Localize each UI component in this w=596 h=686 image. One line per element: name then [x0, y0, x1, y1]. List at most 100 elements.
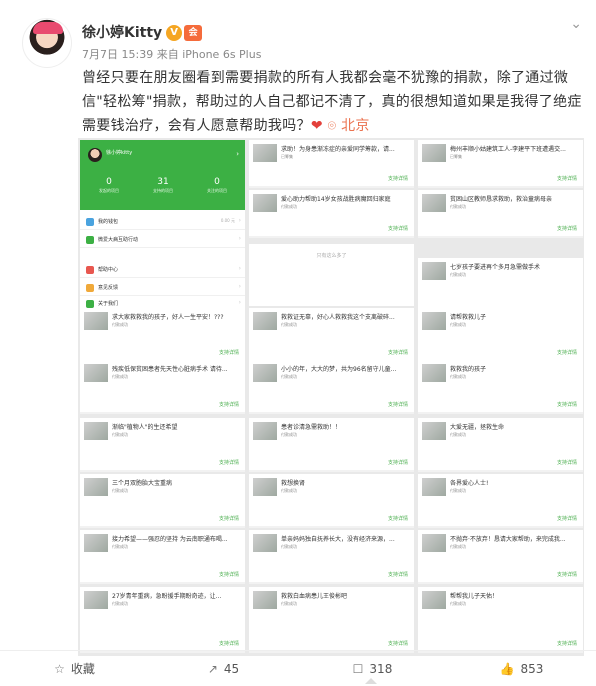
stat-followed: 0 关注的项目: [190, 176, 244, 194]
repost-count: 45: [223, 662, 240, 676]
fundraiser-card: 渐临"植物人"的生还希望 付款成功 支持详情: [80, 418, 245, 472]
card-status: 付款成功: [281, 488, 297, 493]
fundraiser-card: 大爱无疆，拯救生命 付款成功 支持详情: [418, 418, 583, 472]
card-title: 梅州丰顺小姑建筑工人-李建平下班遭遇交...: [450, 146, 566, 153]
card-title: 求大家救救我的孩子，好人一生平安！???: [112, 314, 224, 321]
card-thumbnail: [84, 478, 108, 496]
favorite-button[interactable]: ☆ 收藏: [0, 651, 149, 686]
stat-value: 0: [106, 177, 112, 187]
card-title: 三个月双胞胎大宝重病: [112, 480, 173, 487]
app-avatar: [88, 148, 102, 162]
card-divider: [418, 526, 583, 528]
chevron-down-icon[interactable]: ⌄: [570, 16, 582, 32]
location-link[interactable]: ⌾ 北京: [328, 118, 370, 134]
fundraiser-card: 贫困山区教师恳求救助，救治童病母亲 付款成功 支持详情: [418, 190, 583, 238]
card-thumbnail: [84, 591, 108, 609]
card-divider: [249, 412, 414, 414]
card-title: 爱心助力帮助14岁女孩战胜病魔回归家庭: [281, 196, 391, 203]
card-detail-link: 支持详情: [218, 460, 239, 466]
fundraiser-card: 爱心助力帮助14岁女孩战胜病魔回归家庭 付款成功 支持详情: [249, 190, 414, 238]
card-thumbnail: [253, 422, 277, 440]
menu-label: 微爱大病互助行动: [98, 237, 139, 243]
post-action-bar: ☆ 收藏 ↗ 45 ☐ 318 👍 853: [0, 650, 596, 686]
card-status: 付款成功: [112, 322, 128, 327]
card-title: 帮帮我儿子天佑！: [450, 593, 499, 600]
author-name-row: 徐小婷Kitty V 会: [82, 22, 203, 42]
card-status: 付款成功: [112, 432, 128, 437]
card-title: 患者诊清急需救助！！: [281, 424, 342, 431]
fundraiser-card: 帮帮我儿子天佑！ 付款成功 支持详情: [418, 587, 583, 653]
card-thumbnail: [422, 534, 446, 552]
card-status: 付款成功: [281, 601, 297, 606]
card-detail-link: 支持详情: [387, 350, 408, 356]
card-thumbnail: [253, 478, 277, 496]
card-thumbnail: [253, 194, 277, 212]
like-button[interactable]: 👍 853: [447, 651, 596, 686]
repost-button[interactable]: ↗ 45: [149, 651, 298, 686]
repost-icon: ↗: [207, 662, 218, 676]
card-detail-link: 支持详情: [218, 641, 239, 647]
post-text: 曾经只要在朋友圈看到需要捐款的所有人我都会毫不犹豫的捐款，除了通过微信"轻松筹"…: [82, 66, 590, 138]
post-source: 来自 iPhone 6s Plus: [156, 48, 262, 61]
card-thumbnail: [253, 312, 277, 330]
card-thumbnail: [422, 364, 446, 382]
card-thumbnail: [253, 534, 277, 552]
card-status: 付款成功: [281, 322, 297, 327]
card-thumbnail: [422, 194, 446, 212]
card-status: 付款成功: [450, 544, 466, 549]
menu-label: 关于我们: [98, 301, 119, 307]
location-pin-icon: ⌾: [327, 118, 337, 134]
fundraiser-card: 三个月双胞胎大宝重病 付款成功 支持详情: [80, 474, 245, 528]
card-status: 付款成功: [450, 272, 466, 277]
card-status: 付款成功: [112, 488, 128, 493]
menu-icon: [86, 218, 94, 226]
card-title: 救救证无辜，好心人救救我这个支离破碎...: [281, 314, 395, 321]
card-title: 请帮救救儿子: [450, 314, 487, 321]
post-time[interactable]: 7月7日 15:39: [82, 48, 153, 61]
card-detail-link: 支持详情: [218, 350, 239, 356]
card-title: 单亲妈妈独自抚养长大，没有经济来源，...: [281, 536, 395, 543]
menu-icon: [86, 266, 94, 274]
post-image-collage[interactable]: 徐小婷kitty › 0 发起的项目 31 支持的项目 0 关注的项目 我的钱包 0.0…: [78, 138, 584, 656]
card-status: 付款成功: [450, 374, 466, 379]
card-title: 接力希望——强忍的坚持 为云南职通布喝...: [112, 536, 228, 543]
card-detail-link: 支持详情: [556, 226, 577, 232]
card-divider: [249, 582, 414, 584]
vip-badge-icon[interactable]: 会: [184, 25, 203, 41]
stat-label: 关注的项目: [207, 188, 227, 193]
card-divider: [418, 470, 583, 472]
menu-label: 意见反馈: [98, 285, 119, 291]
app-menu-item: 帮助中心 ›: [80, 262, 245, 278]
fundraiser-card: 梅州丰顺小姑建筑工人-李建平下班遭遇交... 已筹集 支持详情: [418, 140, 583, 188]
card-thumbnail: [422, 478, 446, 496]
card-detail-link: 支持详情: [556, 402, 577, 408]
card-title: 救救我的孩子: [450, 366, 487, 373]
fundraiser-card: 求大家救救我的孩子，好人一生平安！??? 付款成功支持详情: [80, 308, 245, 362]
card-title: 求助！为身患渐冻症的亲爱同学筹款，请...: [281, 146, 395, 153]
location-name: 北京: [341, 118, 370, 134]
card-thumbnail: [253, 364, 277, 382]
star-icon: ☆: [54, 662, 65, 676]
card-thumbnail: [253, 591, 277, 609]
chevron-right-icon: ›: [238, 265, 241, 272]
stat-value: 31: [157, 177, 169, 187]
card-title: 救救白血病患儿王俊彬吧: [281, 593, 348, 600]
card-divider: [80, 412, 245, 414]
author-avatar[interactable]: [22, 18, 72, 68]
app-header: 徐小婷kitty › 0 发起的项目 31 支持的项目 0 关注的项目: [80, 140, 245, 210]
card-detail-link: 支持详情: [556, 350, 577, 356]
menu-icon: [86, 300, 94, 308]
author-name[interactable]: 徐小婷Kitty: [82, 25, 162, 41]
card-status: 付款成功: [112, 601, 128, 606]
card-detail-link: 支持详情: [556, 572, 577, 578]
card-divider: [418, 412, 583, 414]
fundraiser-card: 救救白血病患儿王俊彬吧 付款成功 支持详情: [249, 587, 414, 653]
card-title: 贫困山区教师恳求救助，救治童病母亲: [450, 196, 553, 203]
card-status: 付款成功: [112, 544, 128, 549]
app-menu-item: 意见反馈 ›: [80, 280, 245, 296]
card-thumbnail: [422, 422, 446, 440]
card-detail-link: 支持详情: [556, 176, 577, 182]
menu-label: 帮助中心: [98, 267, 119, 273]
card-thumbnail: [253, 144, 277, 162]
verified-badge-icon[interactable]: V: [166, 25, 183, 41]
